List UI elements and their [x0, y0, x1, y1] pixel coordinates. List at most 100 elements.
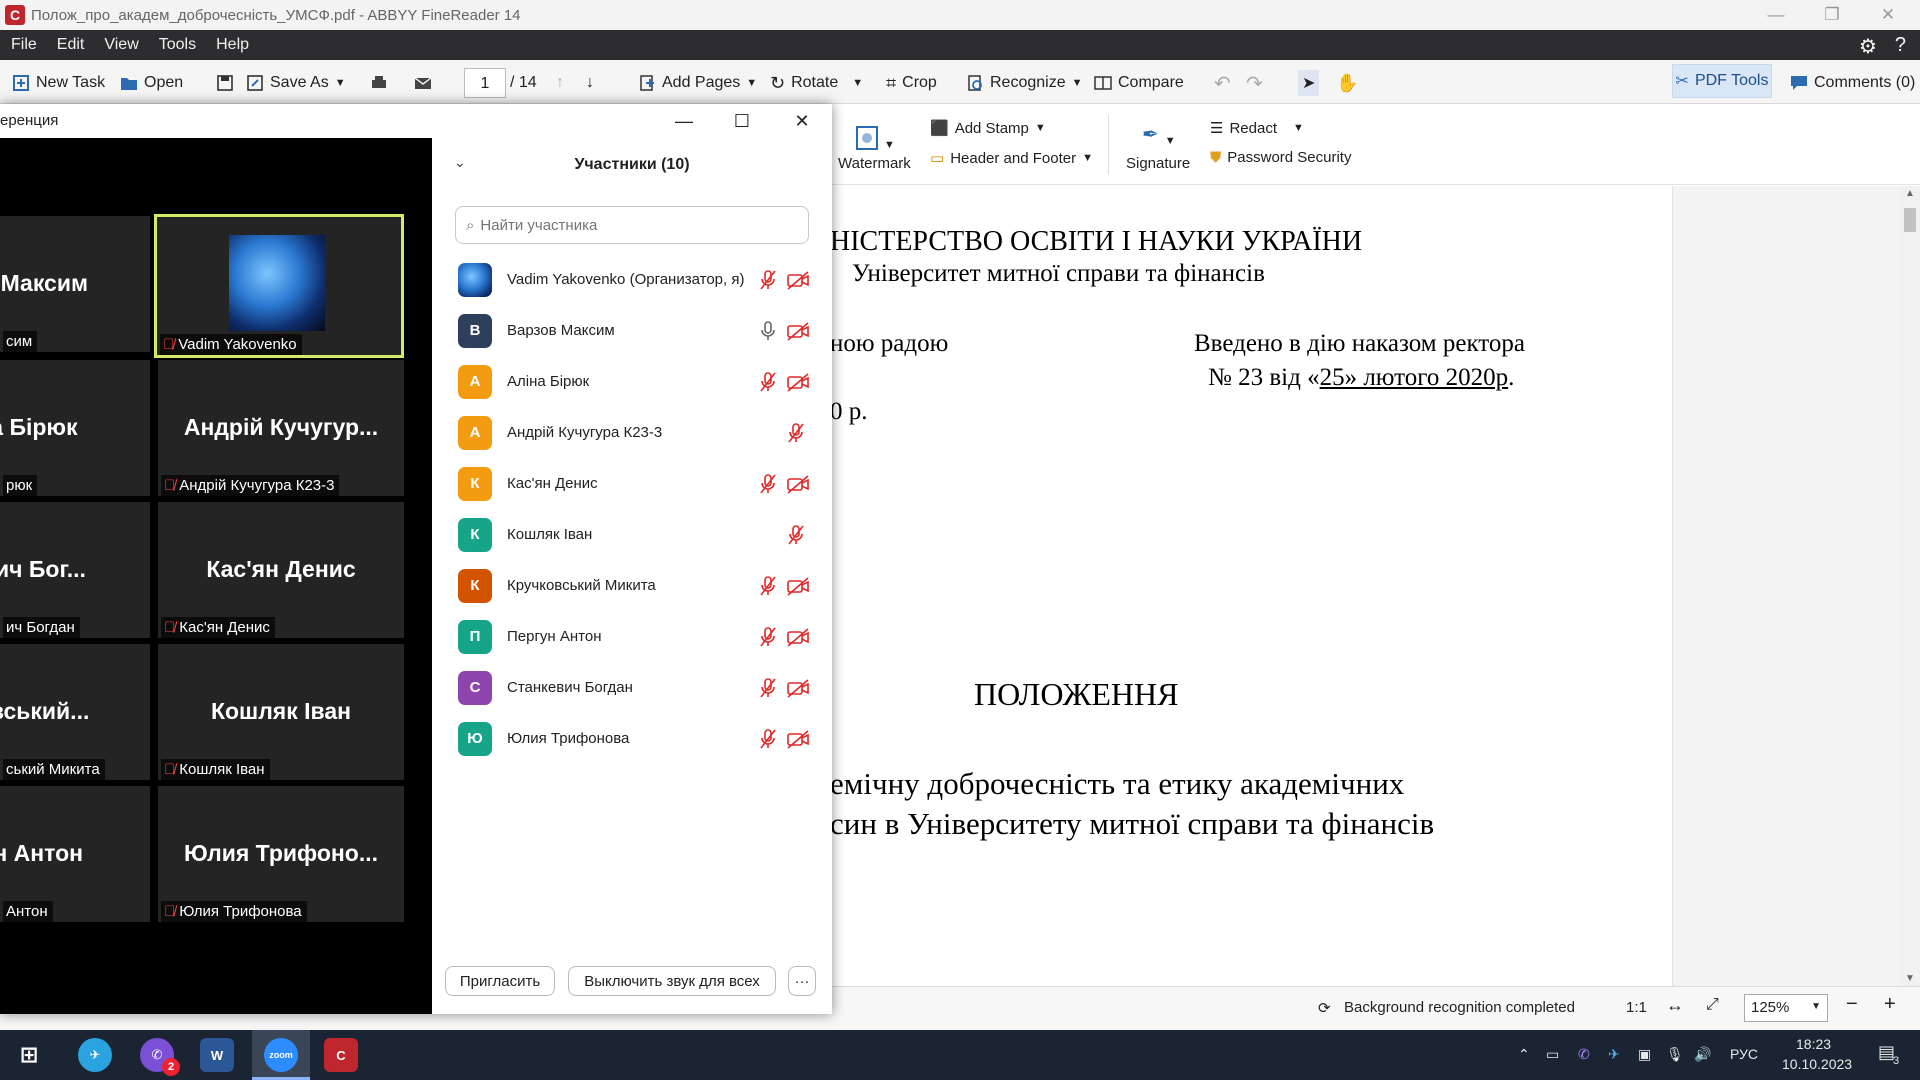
chevron-down-icon[interactable]: ▼	[852, 77, 863, 89]
windows-start-icon[interactable]: ⊞	[12, 1038, 46, 1072]
email-button[interactable]	[414, 70, 432, 96]
video-tile[interactable]: на Бірюк рюк	[0, 360, 150, 496]
telegram-icon[interactable]: ✈	[78, 1038, 112, 1072]
mic-muted-icon[interactable]	[758, 728, 778, 750]
viber-tray-icon[interactable]: ✆	[1578, 1046, 1590, 1063]
viber-icon[interactable]: ✆ 2	[140, 1038, 180, 1076]
page-number-input[interactable]: 1	[464, 68, 506, 98]
select-cursor-icon[interactable]: ➤	[1298, 70, 1320, 96]
mic-icon[interactable]	[758, 320, 778, 342]
participant-row[interactable]: Ю Юлия Трифонова	[432, 713, 832, 764]
finereader-taskbar-icon[interactable]: C	[324, 1038, 358, 1072]
menu-edit[interactable]: Edit	[47, 36, 95, 54]
rotate-button[interactable]: ↻ Rotate ▼	[770, 70, 863, 96]
video-tile[interactable]: Кошляк Іван 🎙̸ Кошляк Іван	[158, 644, 404, 780]
vertical-scrollbar[interactable]: ▲ ▼	[1900, 186, 1920, 986]
video-tile-active-speaker[interactable]: 🎙̸ Vadim Yakovenko	[154, 214, 404, 358]
crop-button[interactable]: ⌗ Crop	[886, 70, 937, 96]
video-off-icon[interactable]	[786, 677, 810, 699]
mic-muted-icon[interactable]	[758, 269, 778, 291]
menu-file[interactable]: File	[0, 36, 47, 54]
clock-time[interactable]: 18:23	[1796, 1036, 1831, 1052]
mic-muted-icon[interactable]	[758, 473, 778, 495]
tray-expand-icon[interactable]: ⌃	[1518, 1046, 1530, 1063]
participant-search-input[interactable]	[480, 216, 781, 234]
fit-width-icon[interactable]: ↔	[1666, 995, 1684, 1016]
menu-tools[interactable]: Tools	[149, 36, 206, 54]
video-tile[interactable]: Андрій Кучугур... 🎙̸ Андрій Кучугура К23…	[158, 360, 404, 496]
recognize-button[interactable]: Recognize ▼	[966, 70, 1083, 96]
hand-tool-icon[interactable]: ✋	[1336, 70, 1358, 96]
mic-muted-icon[interactable]	[786, 422, 806, 444]
language-indicator[interactable]: РУС	[1730, 1046, 1758, 1062]
chevron-down-icon[interactable]: ▼	[1072, 77, 1083, 89]
new-task-button[interactable]: New Task	[12, 70, 105, 96]
signature-icon[interactable]: ✒ ▼	[1142, 121, 1176, 148]
mic-muted-icon[interactable]	[758, 575, 778, 597]
mic-muted-icon[interactable]	[758, 371, 778, 393]
chevron-down-icon[interactable]: ▼	[1293, 122, 1304, 134]
zoom-taskbar-slot[interactable]: zoom	[252, 1030, 310, 1080]
print-button[interactable]	[370, 70, 388, 96]
chevron-down-icon[interactable]: ▼	[1082, 152, 1093, 164]
video-tile[interactable]: ковський... ський Микита	[0, 644, 150, 780]
zoom-in-icon[interactable]: +	[1884, 993, 1896, 1016]
settings-gear-icon[interactable]: ⚙	[1859, 34, 1877, 59]
video-tile[interactable]: евич Бог... ич Богдан	[0, 502, 150, 638]
clock-date[interactable]: 10.10.2023	[1782, 1056, 1852, 1072]
participant-row[interactable]: К Кас'ян Денис	[432, 458, 832, 509]
compare-button[interactable]: Compare	[1094, 70, 1184, 96]
mute-all-button[interactable]: Выключить звук для всех	[568, 966, 776, 996]
password-security-button[interactable]: ⛊ Password Security	[1210, 149, 1351, 166]
fit-page-icon[interactable]: ⤢	[1706, 996, 1719, 1014]
participant-row[interactable]: К Кошляк Іван	[432, 509, 832, 560]
microphone-tray-icon[interactable]: 🎙	[1666, 1046, 1684, 1063]
telegram-tray-icon[interactable]: ✈	[1608, 1046, 1620, 1063]
comments-button[interactable]: Comments (0)	[1790, 70, 1915, 96]
participant-row[interactable]: В Варзов Максим	[432, 305, 832, 356]
watermark-button[interactable]: Watermark	[838, 155, 911, 172]
pdf-tools-button[interactable]: ✂ PDF Tools	[1672, 64, 1772, 98]
zoom-minimize-button[interactable]: —	[664, 104, 704, 138]
participant-row[interactable]: П Пергун Антон	[432, 611, 832, 662]
video-off-icon[interactable]	[786, 320, 810, 342]
add-pages-button[interactable]: Add Pages ▼	[638, 70, 757, 96]
redo-icon[interactable]: ↷	[1246, 70, 1263, 96]
video-tile[interactable]: Кас'ян Денис 🎙̸ Кас'ян Денис	[158, 502, 404, 638]
meet-now-icon[interactable]: ▣	[1638, 1046, 1651, 1063]
zoom-out-icon[interactable]: −	[1846, 993, 1858, 1016]
scrollbar-thumb[interactable]	[1904, 208, 1916, 232]
save-button[interactable]	[216, 70, 234, 96]
participant-row[interactable]: С Станкевич Богдан	[432, 662, 832, 713]
video-off-icon[interactable]	[786, 626, 810, 648]
signature-button[interactable]: Signature	[1126, 155, 1190, 172]
video-tile[interactable]: гун Антон Антон	[0, 786, 150, 922]
participant-search[interactable]: ⌕	[455, 206, 809, 244]
chevron-down-icon[interactable]: ▼	[746, 77, 757, 89]
prev-page-arrow-icon[interactable]: ↑	[556, 70, 564, 96]
video-off-icon[interactable]	[786, 728, 810, 750]
add-stamp-button[interactable]: ⬛ Add Stamp ▼	[930, 119, 1046, 138]
zoom-level-select[interactable]: 125% ▼	[1744, 994, 1828, 1022]
redact-button[interactable]: ☰ Redact ▼	[1210, 119, 1304, 138]
minimize-button[interactable]: —	[1748, 0, 1804, 30]
chevron-down-icon[interactable]: ▼	[1811, 1001, 1821, 1012]
open-button[interactable]: Open	[120, 70, 183, 96]
volume-icon[interactable]: 🔊	[1694, 1046, 1711, 1063]
battery-icon[interactable]: ▭	[1546, 1046, 1559, 1063]
more-options-button[interactable]: ···	[788, 966, 816, 996]
video-off-icon[interactable]	[786, 269, 810, 291]
menu-view[interactable]: View	[94, 36, 148, 54]
mic-muted-icon[interactable]	[758, 677, 778, 699]
video-off-icon[interactable]	[786, 575, 810, 597]
video-off-icon[interactable]	[786, 371, 810, 393]
next-page-arrow-icon[interactable]: ↓	[586, 70, 594, 96]
participant-row[interactable]: А Аліна Бірюк	[432, 356, 832, 407]
participant-row[interactable]: К Кручковський Микита	[432, 560, 832, 611]
mic-muted-icon[interactable]	[758, 626, 778, 648]
chevron-down-icon[interactable]: ▼	[335, 77, 346, 89]
video-off-icon[interactable]	[786, 473, 810, 495]
participant-row[interactable]: А Андрій Кучугура К23-3	[432, 407, 832, 458]
menu-help[interactable]: Help	[206, 36, 259, 54]
undo-icon[interactable]: ↶	[1214, 70, 1231, 96]
